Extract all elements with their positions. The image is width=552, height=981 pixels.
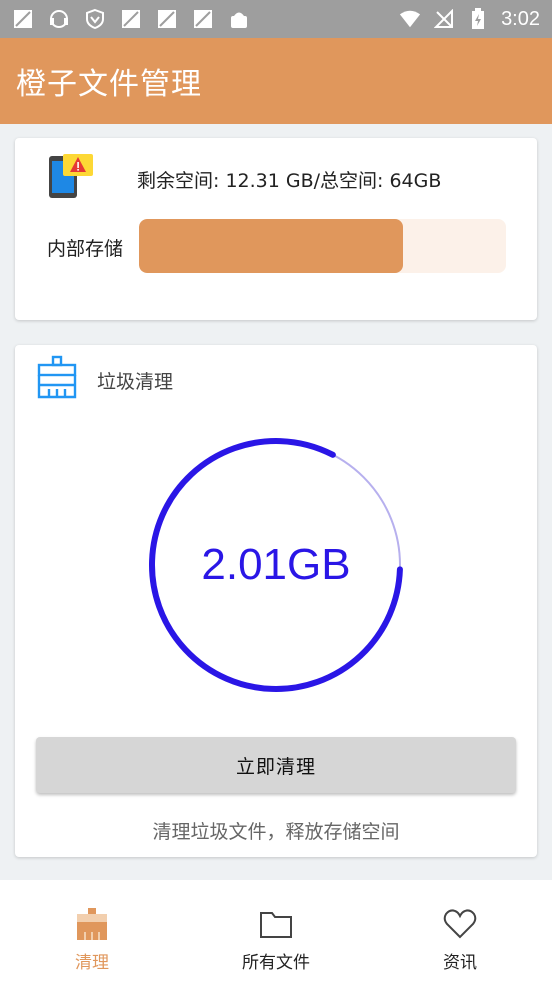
silent-icon [120, 8, 142, 30]
storage-card: 剩余空间: 12.31 GB/总空间: 64GB 内部存储 [15, 138, 537, 320]
no-signal-icon [433, 8, 455, 30]
status-bar: 3:02 [0, 0, 552, 38]
storage-progress-bar [139, 219, 506, 273]
junk-size-value: 2.01GB [201, 540, 351, 589]
folder-icon [260, 912, 292, 938]
clean-card: 垃圾清理 2.01GB 立即清理 清理垃圾文件，释放存储空间 [15, 345, 537, 857]
silent-icon [192, 8, 214, 30]
nav-item-all-files[interactable]: 所有文件 [184, 880, 368, 981]
storage-space-text: 剩余空间: 12.31 GB/总空间: 64GB [137, 170, 442, 192]
wifi-icon [399, 8, 421, 30]
heart-icon [443, 909, 477, 939]
battery-charging-icon [467, 8, 489, 30]
headset-icon [48, 8, 70, 30]
notification-icons [12, 8, 250, 30]
nav-label-clean: 清理 [75, 953, 109, 973]
junk-size-ring: 2.01GB [146, 435, 406, 695]
nav-label-all-files: 所有文件 [242, 953, 310, 973]
nav-item-news[interactable]: 资讯 [368, 880, 552, 981]
clean-title: 垃圾清理 [97, 371, 174, 393]
clean-now-button[interactable]: 立即清理 [36, 737, 516, 793]
internal-storage-label: 内部存储 [47, 238, 124, 260]
bottom-navigation: 清理 所有文件 资讯 [0, 880, 552, 981]
silent-icon [12, 8, 34, 30]
clean-hint: 清理垃圾文件，释放存储空间 [152, 821, 400, 843]
broom-icon [37, 355, 77, 399]
clock: 3:02 [501, 7, 540, 30]
storage-progress-fill [139, 219, 404, 273]
phone-warning-icon [49, 154, 93, 198]
nav-item-clean[interactable]: 清理 [0, 880, 184, 981]
app-bar: 橙子文件管理 [0, 38, 552, 124]
shield-icon [84, 8, 106, 30]
app-title: 橙子文件管理 [16, 67, 202, 102]
android-icon [228, 8, 250, 30]
broom-icon [77, 908, 107, 940]
nav-label-news: 资讯 [443, 953, 477, 973]
silent-icon [156, 8, 178, 30]
